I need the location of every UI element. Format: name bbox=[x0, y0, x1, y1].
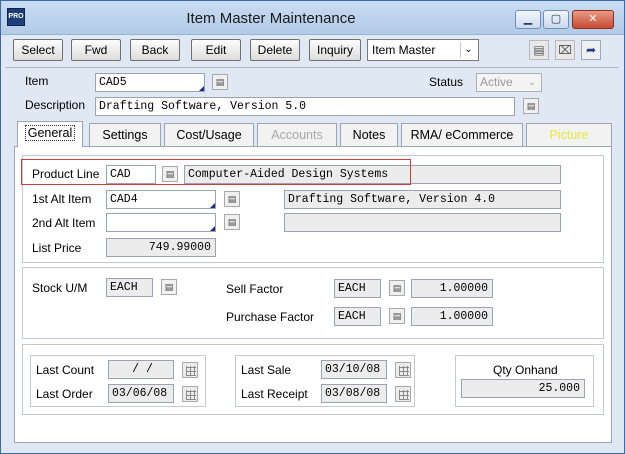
save-icon[interactable]: ▤ bbox=[529, 40, 549, 60]
close-button[interactable]: ✕ bbox=[572, 10, 614, 29]
item-label: Item bbox=[25, 74, 49, 88]
tab-accounts: Accounts bbox=[257, 123, 337, 146]
calendar-icon[interactable] bbox=[395, 362, 411, 378]
back-button[interactable]: Back bbox=[130, 39, 180, 61]
alt-item-2-lookup-icon[interactable]: ▤ bbox=[224, 214, 240, 230]
status-label: Status bbox=[429, 75, 464, 89]
status-value: Active bbox=[480, 75, 513, 89]
product-line-label: Product Line bbox=[32, 167, 100, 181]
chevron-down-icon[interactable]: ⌄ bbox=[460, 42, 476, 58]
toolbar: Select Fwd Back Edit Delete Inquiry Item… bbox=[5, 37, 620, 67]
description-field[interactable]: Drafting Software, Version 5.0 bbox=[95, 97, 515, 116]
last-order-label: Last Order bbox=[36, 387, 93, 401]
last-count-label: Last Count bbox=[36, 363, 95, 377]
alt-item-2-field[interactable] bbox=[106, 213, 216, 232]
product-line-field[interactable]: CAD bbox=[106, 165, 156, 184]
last-count-field[interactable]: / / bbox=[108, 360, 174, 379]
alt-item-2-label: 2nd Alt Item bbox=[32, 216, 96, 230]
description-memo-icon[interactable]: ▤ bbox=[523, 98, 539, 114]
calendar-icon[interactable] bbox=[395, 386, 411, 402]
sell-factor-field[interactable]: 1.00000 bbox=[411, 279, 493, 298]
purchase-um-lookup-icon[interactable]: ▤ bbox=[389, 308, 405, 324]
tab-notes[interactable]: Notes bbox=[340, 123, 398, 146]
description-label: Description bbox=[25, 98, 86, 112]
calendar-icon[interactable] bbox=[182, 362, 198, 378]
qty-onhand-label: Qty Onhand bbox=[493, 363, 558, 377]
alt-item-1-lookup-icon[interactable]: ▤ bbox=[224, 191, 240, 207]
tab-settings[interactable]: Settings bbox=[89, 123, 161, 146]
item-master-window: PRO Item Master Maintenance ▁ ▢ ✕ Select… bbox=[0, 0, 625, 454]
sell-um-lookup-icon[interactable]: ▤ bbox=[389, 280, 405, 296]
delete-button[interactable]: Delete bbox=[250, 39, 300, 61]
required-marker-icon bbox=[210, 226, 215, 231]
product-line-description: Computer-Aided Design Systems bbox=[184, 165, 561, 184]
alt-item-2-description bbox=[284, 213, 561, 232]
tab-general[interactable]: General bbox=[17, 121, 83, 147]
stock-um-field[interactable]: EACH bbox=[106, 278, 153, 297]
tab-cost-usage[interactable]: Cost/Usage bbox=[164, 123, 254, 146]
status-select: Active ⌄ bbox=[476, 73, 542, 92]
last-receipt-label: Last Receipt bbox=[241, 387, 308, 401]
item-field[interactable]: CAD5 bbox=[95, 73, 205, 92]
list-price-label: List Price bbox=[32, 241, 82, 255]
required-marker-icon bbox=[210, 203, 215, 208]
alt-item-1-field[interactable]: CAD4 bbox=[106, 190, 216, 209]
window-title: Item Master Maintenance bbox=[186, 10, 356, 27]
exit-icon[interactable]: ➦ bbox=[581, 40, 601, 60]
purchase-um-field[interactable]: EACH bbox=[334, 307, 381, 326]
item-lookup-icon[interactable]: ▤ bbox=[212, 74, 228, 90]
purchase-factor-label: Purchase Factor bbox=[226, 310, 315, 324]
view-select[interactable]: Item Master ⌄ bbox=[367, 39, 479, 61]
list-price-field[interactable]: 749.99000 bbox=[106, 238, 216, 257]
stock-um-label: Stock U/M bbox=[32, 281, 88, 295]
required-marker-icon bbox=[199, 86, 204, 91]
calendar-icon[interactable] bbox=[182, 386, 198, 402]
product-line-code: CAD bbox=[110, 168, 131, 181]
maximize-button[interactable]: ▢ bbox=[543, 10, 569, 29]
chevron-down-icon: ⌄ bbox=[528, 77, 536, 87]
last-sale-field[interactable]: 03/10/08 bbox=[321, 360, 387, 379]
view-select-value: Item Master bbox=[372, 43, 436, 57]
select-button[interactable]: Select bbox=[13, 39, 63, 61]
inquiry-button[interactable]: Inquiry bbox=[309, 39, 361, 61]
alt-item-1-label: 1st Alt Item bbox=[32, 192, 92, 206]
toolbar-divider bbox=[5, 67, 619, 68]
minimize-button[interactable]: ▁ bbox=[515, 10, 541, 29]
description-value: Drafting Software, Version 5.0 bbox=[99, 100, 307, 113]
alt-item-1-description: Drafting Software, Version 4.0 bbox=[284, 190, 561, 209]
qty-onhand-field[interactable]: 25.000 bbox=[461, 379, 585, 398]
tab-picture[interactable]: Picture bbox=[526, 123, 612, 146]
purchase-factor-field[interactable]: 1.00000 bbox=[411, 307, 493, 326]
last-order-field[interactable]: 03/06/08 bbox=[108, 384, 174, 403]
last-sale-label: Last Sale bbox=[241, 363, 292, 377]
product-line-lookup-icon[interactable]: ▤ bbox=[162, 166, 178, 182]
cancel-icon[interactable]: ⌧ bbox=[555, 40, 575, 60]
last-receipt-field[interactable]: 03/08/08 bbox=[321, 384, 387, 403]
edit-button[interactable]: Edit bbox=[191, 39, 241, 61]
tab-rma-ecommerce[interactable]: RMA/ eCommerce bbox=[401, 123, 523, 146]
sell-factor-label: Sell Factor bbox=[226, 282, 284, 296]
item-value: CAD5 bbox=[99, 76, 127, 89]
fwd-button[interactable]: Fwd bbox=[71, 39, 121, 61]
sell-um-field[interactable]: EACH bbox=[334, 279, 381, 298]
stock-um-lookup-icon[interactable]: ▤ bbox=[161, 279, 177, 295]
title-bar[interactable]: PRO Item Master Maintenance ▁ ▢ ✕ bbox=[1, 1, 624, 35]
